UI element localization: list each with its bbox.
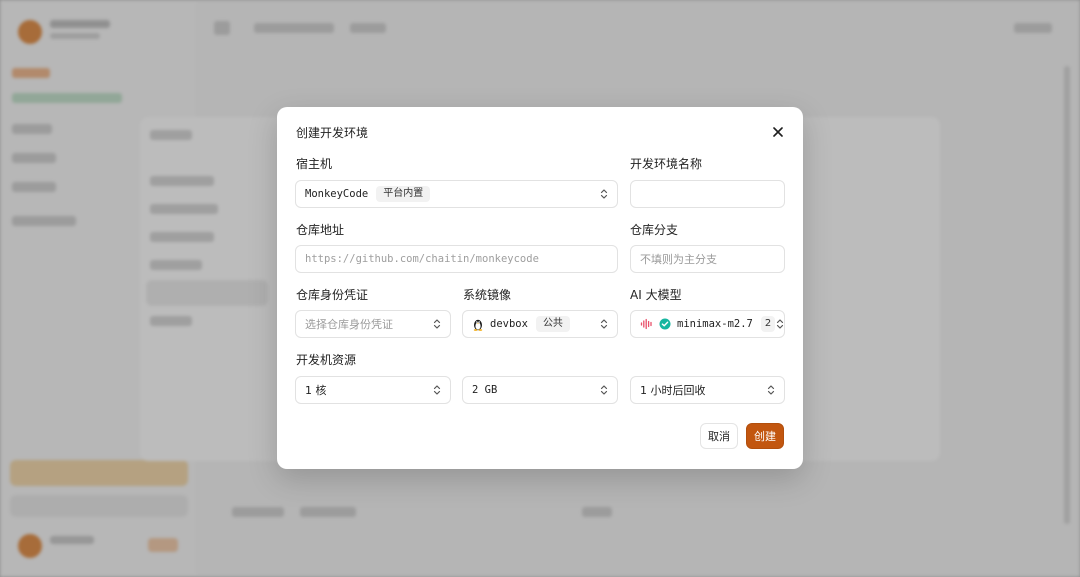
minimax-logo-icon xyxy=(640,318,653,330)
resources-label: 开发机资源 xyxy=(296,353,357,367)
env-name-input[interactable] xyxy=(630,180,785,208)
repo-branch-label: 仓库分支 xyxy=(630,223,679,237)
ai-model-value: minimax-m2.7 xyxy=(677,318,753,330)
host-tag: 平台内置 xyxy=(376,186,431,202)
system-image-label: 系统镜像 xyxy=(463,288,512,302)
chevron-updown-icon xyxy=(766,383,776,397)
dialog-title: 创建开发环境 xyxy=(296,126,369,140)
close-icon xyxy=(773,127,783,137)
cancel-button[interactable]: 取消 xyxy=(700,423,738,449)
chevron-updown-icon xyxy=(432,317,442,331)
cpu-select[interactable]: 1 核 xyxy=(295,376,451,404)
host-select[interactable]: MonkeyCode 平台内置 xyxy=(295,180,618,208)
ai-model-select[interactable]: minimax-m2.7 2 xyxy=(630,310,785,338)
create-button[interactable]: 创建 xyxy=(746,423,784,449)
chevron-updown-icon xyxy=(775,317,784,331)
repo-url-label: 仓库地址 xyxy=(296,223,345,237)
ai-model-tag: 2 xyxy=(760,316,776,332)
close-button[interactable] xyxy=(769,123,787,141)
repo-branch-placeholder: 不填则为主分支 xyxy=(640,253,717,266)
env-name-label: 开发环境名称 xyxy=(630,157,703,171)
cpu-value: 1 核 xyxy=(305,384,327,397)
repo-credential-select[interactable]: 选择仓库身份凭证 xyxy=(295,310,451,338)
system-image-tag: 公共 xyxy=(535,316,570,332)
host-label: 宿主机 xyxy=(296,157,333,171)
create-env-dialog: 创建开发环境 宿主机 开发环境名称 MonkeyCode 平台内置 仓库地址 仓… xyxy=(277,107,803,469)
chevron-updown-icon xyxy=(599,187,609,201)
memory-value: 2 GB xyxy=(472,384,498,396)
recycle-value: 1 小时后回收 xyxy=(640,384,706,397)
verified-check-icon xyxy=(659,318,671,330)
chevron-updown-icon xyxy=(599,317,609,331)
ai-model-label: AI 大模型 xyxy=(630,288,682,302)
repo-url-placeholder: https://github.com/chaitin/monkeycode xyxy=(305,253,539,265)
host-value: MonkeyCode xyxy=(305,188,369,200)
repo-credential-label: 仓库身份凭证 xyxy=(296,288,369,302)
repo-url-input[interactable]: https://github.com/chaitin/monkeycode xyxy=(295,245,618,273)
repo-branch-input[interactable]: 不填则为主分支 xyxy=(630,245,785,273)
chevron-updown-icon xyxy=(432,383,442,397)
system-image-value: devbox xyxy=(490,318,528,330)
linux-penguin-icon xyxy=(472,318,484,331)
chevron-updown-icon xyxy=(599,383,609,397)
recycle-select[interactable]: 1 小时后回收 xyxy=(630,376,785,404)
system-image-select[interactable]: devbox 公共 xyxy=(462,310,618,338)
repo-credential-placeholder: 选择仓库身份凭证 xyxy=(305,318,393,331)
memory-select[interactable]: 2 GB xyxy=(462,376,618,404)
